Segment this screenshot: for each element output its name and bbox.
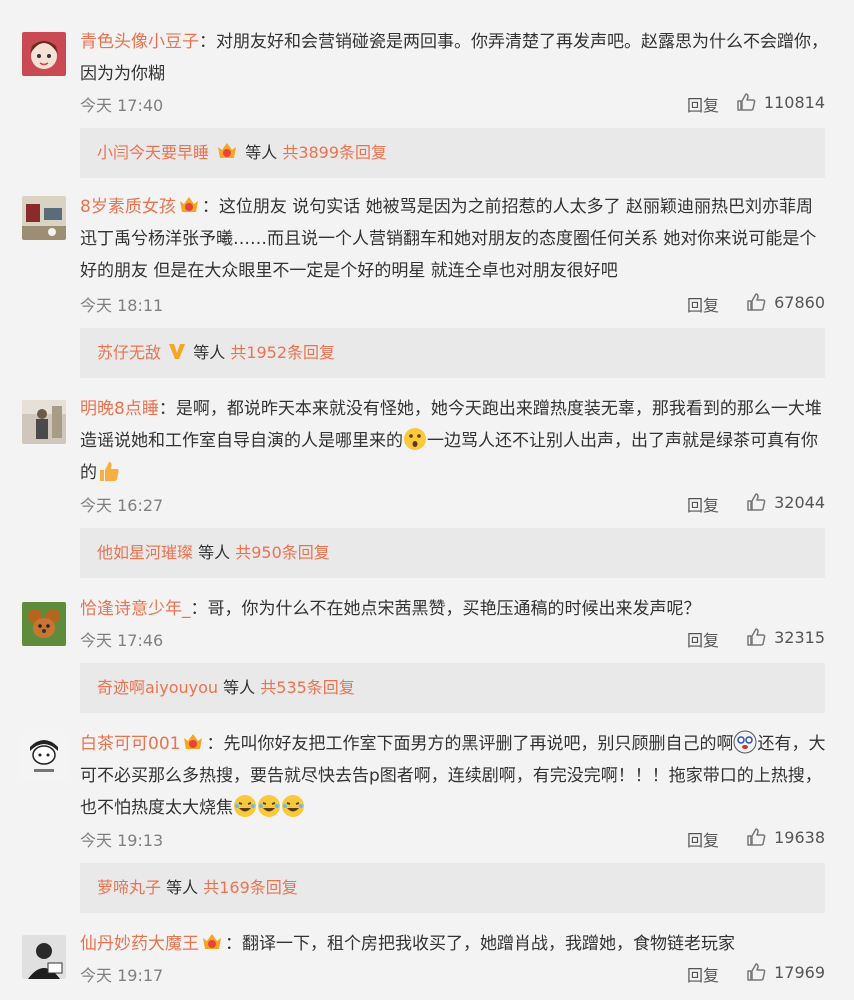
comment-meta: 今天 16:27 回复 32044 bbox=[80, 492, 825, 518]
member-badge-icon bbox=[179, 197, 198, 212]
laughing-tears-emoji-icon bbox=[282, 795, 304, 817]
comment-username[interactable]: 白茶可可001 bbox=[80, 734, 180, 754]
thumbs-up-icon bbox=[747, 628, 766, 646]
reply-summary[interactable]: 小闫今天要早睡 等人 共3899条回复 bbox=[80, 128, 825, 178]
comment-text: 8岁素质女孩 ：这位朋友 说句实话 她被骂是因为之前招惹的人太多了 赵丽颖迪丽热巴… bbox=[80, 197, 817, 281]
thumbs-up-icon bbox=[747, 493, 766, 511]
reply-button[interactable]: 回复 bbox=[687, 827, 719, 851]
comment-time: 今天 17:40 bbox=[80, 96, 164, 115]
like-count: 67860 bbox=[774, 292, 825, 312]
like-button[interactable]: 110814 bbox=[736, 92, 825, 112]
comment-meta: 今天 19:17 回复 17969 bbox=[80, 962, 825, 988]
reply-username[interactable]: 他如星河璀璨 bbox=[97, 543, 193, 562]
comment-text: 明晚8点睡：是啊，都说昨天本来就没有怪她，她今天跑出来蹭热度装无辜，那我看到的那… bbox=[80, 399, 822, 483]
like-button[interactable]: 17969 bbox=[746, 962, 825, 982]
thumbs-up-icon bbox=[747, 293, 766, 311]
comment-time: 今天 19:17 bbox=[80, 966, 164, 985]
member-badge-icon bbox=[184, 734, 203, 749]
thumbs-up-icon bbox=[737, 93, 756, 111]
comment-time: 今天 18:11 bbox=[80, 296, 164, 315]
reply-summary[interactable]: 苏仔无敌 等人 共1952条回复 bbox=[80, 328, 825, 378]
thumbs-up-emoji-icon bbox=[100, 462, 119, 481]
reply-summary[interactable]: 他如星河璀璨 等人 共950条回复 bbox=[80, 528, 825, 578]
reply-total-link[interactable]: 共1952条回复 bbox=[230, 343, 335, 362]
comment-meta: 今天 18:11 回复 67860 bbox=[80, 292, 825, 318]
comment-text: 恰逢诗意少年_：哥，你为什么不在她点宋茜黑赞，买艳压通稿的时候出来发声呢？ bbox=[80, 599, 701, 619]
reply-username[interactable]: 小闫今天要早睡 bbox=[97, 143, 209, 162]
like-count: 17969 bbox=[774, 962, 825, 982]
member-badge-icon bbox=[203, 934, 221, 949]
like-button[interactable]: 67860 bbox=[746, 292, 825, 312]
comment-meta: 今天 17:40 回复 110814 bbox=[80, 92, 825, 118]
reply-total-link[interactable]: 共169条回复 bbox=[203, 878, 298, 897]
comment-username[interactable]: 8岁素质女孩 bbox=[80, 197, 176, 217]
reply-button[interactable]: 回复 bbox=[687, 292, 719, 316]
reply-summary[interactable]: 萝啼丸子 等人 共169条回复 bbox=[80, 863, 825, 913]
reply-button[interactable]: 回复 bbox=[687, 492, 719, 516]
comment-username[interactable]: 青色头像小豆子 bbox=[80, 32, 199, 52]
like-button[interactable]: 32315 bbox=[746, 627, 825, 647]
thumbs-up-icon bbox=[747, 963, 766, 981]
like-count: 32044 bbox=[774, 492, 825, 512]
room-photo-avatar[interactable] bbox=[22, 196, 66, 240]
cartoon-character-avatar[interactable] bbox=[22, 735, 66, 779]
comment-time: 今天 17:46 bbox=[80, 631, 164, 650]
reply-button[interactable]: 回复 bbox=[687, 627, 719, 651]
person-dark-avatar[interactable] bbox=[22, 935, 66, 979]
like-count: 19638 bbox=[774, 827, 825, 847]
comment-time: 今天 16:27 bbox=[80, 496, 164, 515]
comment-meta: 今天 17:46 回复 32315 bbox=[80, 627, 825, 653]
dizzy-face-emoji-icon bbox=[733, 730, 757, 754]
cartoon-girl-avatar[interactable] bbox=[22, 32, 66, 76]
thumbs-up-icon bbox=[747, 828, 766, 846]
reply-username[interactable]: 萝啼丸子 bbox=[97, 878, 161, 897]
reply-username[interactable]: 奇迹啊aiyouyou bbox=[97, 678, 218, 697]
comment-text: 白茶可可001 ：先叫你好友把工作室下面男方的黑评删了再说吧，别只顾删自己的啊 还有… bbox=[80, 728, 828, 824]
comment-time: 今天 19:13 bbox=[80, 831, 164, 850]
reply-total-link[interactable]: 共950条回复 bbox=[235, 543, 330, 562]
reply-button[interactable]: 回复 bbox=[687, 962, 719, 986]
reply-total-link[interactable]: 共535条回复 bbox=[260, 678, 355, 697]
like-count: 110814 bbox=[763, 92, 825, 112]
verified-v-icon bbox=[169, 344, 186, 359]
comment-username[interactable]: 明晚8点睡 bbox=[80, 399, 159, 419]
like-count: 32315 bbox=[774, 627, 825, 647]
comment-username[interactable]: 恰逢诗意少年_ bbox=[80, 599, 191, 619]
member-badge-icon bbox=[218, 143, 237, 158]
laughing-tears-emoji-icon bbox=[258, 795, 280, 817]
like-button[interactable]: 32044 bbox=[746, 492, 825, 512]
reply-username[interactable]: 苏仔无敌 bbox=[97, 343, 161, 362]
cartoon-mouse-avatar[interactable] bbox=[22, 602, 66, 646]
reply-total-link[interactable]: 共3899条回复 bbox=[282, 143, 387, 162]
surprised-face-emoji-icon bbox=[404, 428, 426, 450]
laughing-tears-emoji-icon bbox=[234, 795, 256, 817]
comment-meta: 今天 19:13 回复 19638 bbox=[80, 827, 825, 853]
reply-summary[interactable]: 奇迹啊aiyouyou 等人 共535条回复 bbox=[80, 663, 825, 713]
comment-username[interactable]: 仙丹妙药大魔王 bbox=[80, 934, 199, 954]
like-button[interactable]: 19638 bbox=[746, 827, 825, 847]
reply-button[interactable]: 回复 bbox=[687, 92, 719, 116]
comment-text: 仙丹妙药大魔王 ：翻译一下，租个房把我收买了，她蹭肖战，我蹭她，食物链老玩家 bbox=[80, 934, 735, 954]
person-photo-avatar[interactable] bbox=[22, 400, 66, 444]
comment-text: 青色头像小豆子：对朋友好和会营销碰瓷是两回事。你弄清楚了再发声吧。赵露思为什么不… bbox=[80, 32, 828, 84]
